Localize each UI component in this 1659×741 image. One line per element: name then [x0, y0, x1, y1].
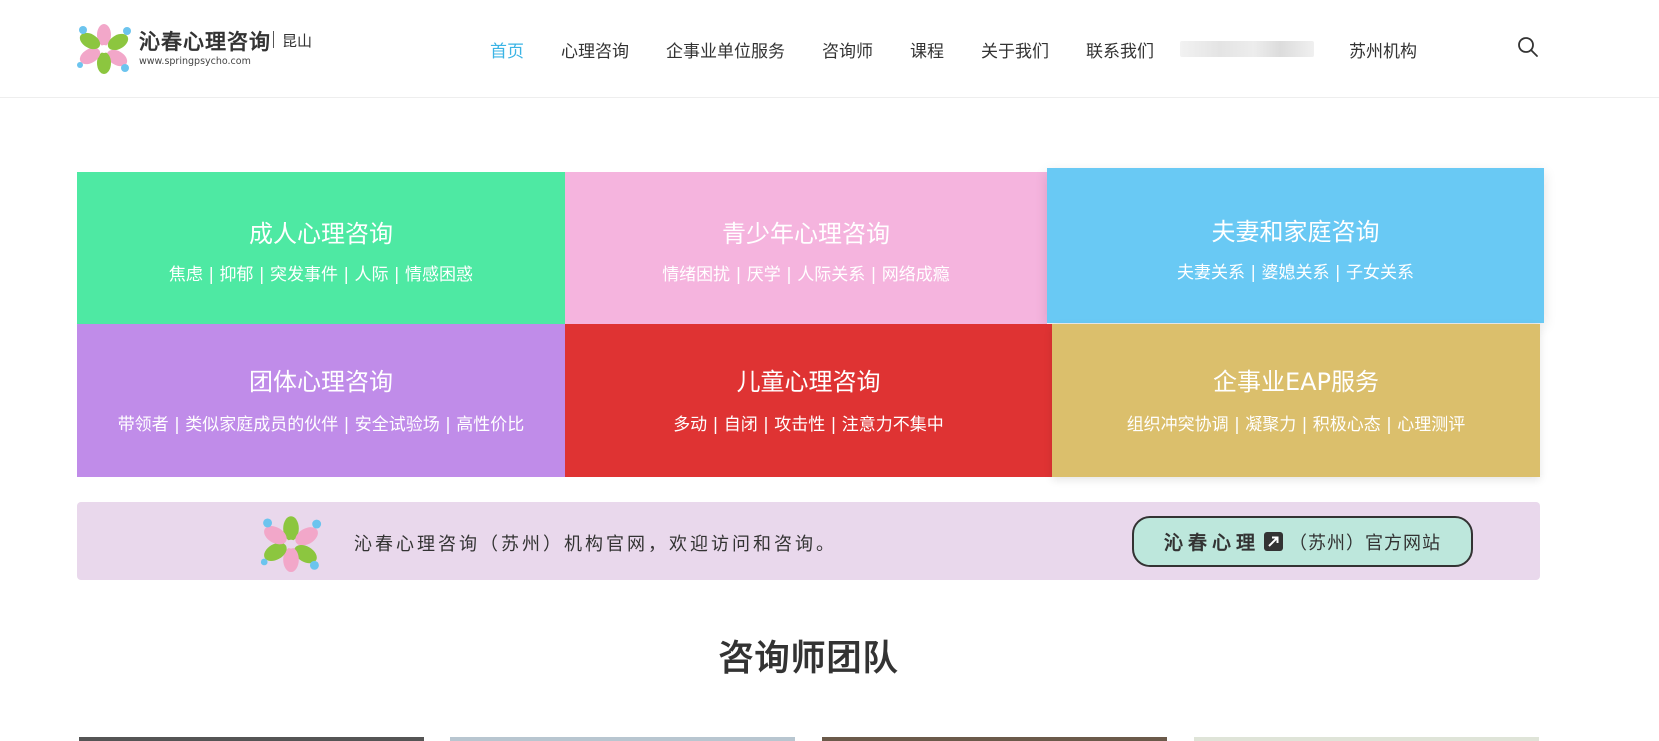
- tile-adult-counseling[interactable]: 成人心理咨询 焦虑 | 抑郁 | 突发事件 | 人际 | 情感困惑: [77, 172, 565, 324]
- nav-item-about[interactable]: 关于我们: [981, 37, 1049, 62]
- tile-group-counseling[interactable]: 团体心理咨询 带领者 | 类似家庭成员的伙伴 | 安全试验场 | 高性价比: [77, 324, 565, 477]
- brand-divider: [273, 31, 274, 48]
- tile-title: 成人心理咨询: [249, 220, 393, 248]
- counselor-photo[interactable]: [1194, 737, 1539, 741]
- brand-name: 沁春心理咨询: [139, 30, 271, 54]
- main-nav: 首页 心理咨询 企事业单位服务 咨询师 课程 关于我们 联系我们 苏州机构: [490, 36, 1417, 62]
- banner-text: 沁春心理咨询（苏州）机构官网，欢迎访问和咨询。: [354, 534, 837, 555]
- page: 沁春心理咨询 昆山 www.springpsycho.com 首页 心理咨询 企…: [0, 0, 1659, 741]
- brand-city: 昆山: [282, 32, 313, 50]
- external-link-icon: [1264, 532, 1283, 551]
- nav-item-counseling[interactable]: 心理咨询: [561, 37, 629, 62]
- flower-logo-icon: [260, 516, 322, 572]
- tile-subtitle: 多动 | 自闭 | 攻击性 | 注意力不集中: [673, 415, 944, 435]
- tile-title: 企事业EAP服务: [1212, 368, 1380, 396]
- button-suffix: （苏州）官方网站: [1289, 532, 1441, 554]
- tile-subtitle: 情绪困扰 | 厌学 | 人际关系 | 网络成瘾: [662, 265, 950, 285]
- nav-item-courses[interactable]: 课程: [910, 37, 944, 62]
- tile-title: 青少年心理咨询: [722, 220, 890, 248]
- nav-item-home[interactable]: 首页: [490, 37, 524, 62]
- counselor-photo[interactable]: [79, 737, 424, 741]
- nav-item-counselors[interactable]: 咨询师: [822, 37, 873, 62]
- nav-item-enterprise[interactable]: 企事业单位服务: [666, 37, 785, 62]
- site-logo[interactable]: 沁春心理咨询 昆山 www.springpsycho.com: [75, 20, 325, 76]
- tile-teen-counseling[interactable]: 青少年心理咨询 情绪困扰 | 厌学 | 人际关系 | 网络成瘾: [565, 172, 1047, 324]
- tile-subtitle: 带领者 | 类似家庭成员的伙伴 | 安全试验场 | 高性价比: [117, 415, 525, 435]
- site-header: 沁春心理咨询 昆山 www.springpsycho.com 首页 心理咨询 企…: [0, 0, 1659, 98]
- nav-item-suzhou[interactable]: 苏州机构: [1349, 37, 1417, 62]
- nav-item-contact[interactable]: 联系我们: [1086, 37, 1154, 62]
- button-brand: 沁春心理: [1163, 532, 1260, 554]
- tile-eap-service[interactable]: 企事业EAP服务 组织冲突协调 | 凝聚力 | 积极心态 | 心理测评: [1052, 324, 1540, 477]
- tile-subtitle: 组织冲突协调 | 凝聚力 | 积极心态 | 心理测评: [1126, 415, 1466, 435]
- brand-url: www.springpsycho.com: [139, 56, 251, 67]
- tile-family-counseling[interactable]: 夫妻和家庭咨询 夫妻关系 | 婆媳关系 | 子女关系: [1047, 168, 1544, 323]
- tile-title: 团体心理咨询: [249, 368, 393, 396]
- counselor-photo[interactable]: [450, 737, 795, 741]
- suzhou-site-button[interactable]: 沁春心理 （苏州）官方网站: [1132, 516, 1473, 567]
- tile-subtitle: 夫妻关系 | 婆媳关系 | 子女关系: [1176, 263, 1415, 283]
- tile-title: 儿童心理咨询: [736, 368, 881, 396]
- tile-subtitle: 焦虑 | 抑郁 | 突发事件 | 人际 | 情感困惑: [168, 265, 474, 285]
- suzhou-banner: 沁春心理咨询（苏州）机构官网，欢迎访问和咨询。 沁春心理 （苏州）官方网站: [77, 502, 1540, 580]
- tile-title: 夫妻和家庭咨询: [1211, 218, 1380, 246]
- team-section-title: 咨询师团队: [718, 639, 899, 679]
- search-icon[interactable]: [1517, 36, 1539, 58]
- nav-item-blurred[interactable]: [1180, 41, 1314, 57]
- flower-logo-icon: [77, 24, 131, 74]
- tile-child-counseling[interactable]: 儿童心理咨询 多动 | 自闭 | 攻击性 | 注意力不集中: [565, 324, 1052, 477]
- counselor-photo[interactable]: [822, 737, 1167, 741]
